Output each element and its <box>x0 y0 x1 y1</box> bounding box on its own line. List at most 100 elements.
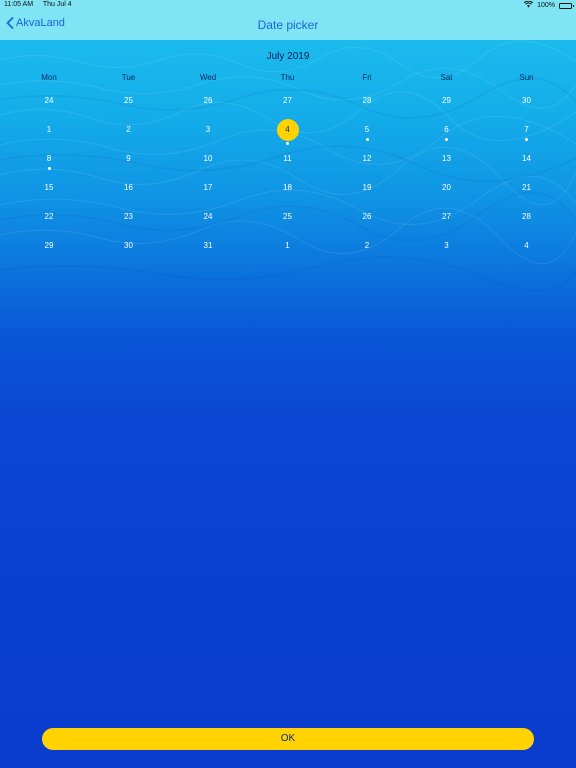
day-cell[interactable]: 24 <box>188 212 228 234</box>
day-cell[interactable]: 30 <box>109 241 149 263</box>
day-number: 30 <box>522 96 531 105</box>
day-cell[interactable]: 22 <box>29 212 69 234</box>
day-cell[interactable]: 26 <box>347 212 387 234</box>
month-title: July 2019 <box>266 51 310 62</box>
day-number: 28 <box>522 212 531 221</box>
day-number: 27 <box>283 96 292 105</box>
day-cell[interactable]: 16 <box>109 183 149 205</box>
event-dot-icon <box>365 138 369 141</box>
day-cell[interactable]: 30 <box>507 96 547 118</box>
day-number: 31 <box>203 241 213 250</box>
status-date: Thu Jul 4 <box>42 1 72 8</box>
day-number: 17 <box>203 183 213 192</box>
day-number: 29 <box>442 96 451 105</box>
weekday-tue: Tue <box>121 73 136 82</box>
day-number: 27 <box>442 212 451 221</box>
weekday-wed: Wed <box>199 73 217 82</box>
day-cell[interactable]: 2 <box>109 125 149 147</box>
day-cell[interactable]: 24 <box>29 96 69 118</box>
day-cell[interactable]: 7 <box>507 125 547 147</box>
day-number: 24 <box>203 212 213 221</box>
day-cell[interactable]: 13 <box>427 154 467 176</box>
day-cell[interactable]: 29 <box>427 96 467 118</box>
day-cell[interactable]: 31 <box>188 241 228 263</box>
day-cell[interactable]: 17 <box>188 183 228 205</box>
day-cell[interactable]: 26 <box>188 96 228 118</box>
day-number: 2 <box>126 125 131 134</box>
day-number: 29 <box>44 241 54 250</box>
day-cell[interactable]: 14 <box>507 154 547 176</box>
day-number: 6 <box>444 125 449 134</box>
day-number: 3 <box>205 125 211 134</box>
weekday-thu: Thu <box>280 73 295 82</box>
day-cell[interactable]: 25 <box>268 212 308 234</box>
weekday-sun: Sun <box>519 73 534 82</box>
day-cell[interactable]: 27 <box>268 96 308 118</box>
status-bar: 11:05 AM Thu Jul 4 100% <box>0 0 576 11</box>
day-number: 23 <box>124 212 133 221</box>
day-cell[interactable]: 12 <box>347 154 387 176</box>
day-cell[interactable]: 1 <box>268 241 308 263</box>
battery-icon <box>559 2 574 9</box>
day-cell[interactable]: 3 <box>427 241 467 263</box>
day-cell[interactable]: 10 <box>188 154 228 176</box>
day-cell[interactable]: 18 <box>268 183 308 205</box>
day-number: 7 <box>524 125 529 134</box>
day-cell[interactable]: 2 <box>347 241 387 263</box>
day-cell[interactable]: 27 <box>427 212 467 234</box>
day-number: 2 <box>364 241 370 250</box>
day-number: 14 <box>522 154 531 163</box>
day-cell[interactable]: 29 <box>29 241 69 263</box>
event-dot-icon <box>525 138 528 141</box>
day-cell[interactable]: 8 <box>29 154 69 176</box>
day-number: 24 <box>44 96 54 105</box>
day-number: 10 <box>203 154 213 163</box>
day-number: 16 <box>124 183 133 192</box>
day-cell[interactable]: 15 <box>29 183 69 205</box>
day-number: 25 <box>283 212 292 221</box>
day-cell[interactable]: 28 <box>347 96 387 118</box>
day-number: 18 <box>283 183 292 192</box>
day-number: 21 <box>522 183 531 192</box>
day-cell[interactable]: 6 <box>427 125 467 147</box>
day-cell-selected[interactable]: 4 <box>268 119 308 147</box>
day-cell[interactable]: 11 <box>268 154 308 176</box>
day-cell[interactable]: 23 <box>109 212 149 234</box>
day-cell[interactable]: 3 <box>188 125 228 147</box>
day-number: 26 <box>203 96 213 105</box>
day-number: 8 <box>46 154 52 163</box>
event-dot-icon <box>286 142 289 145</box>
day-number: 25 <box>124 96 133 105</box>
wifi-icon <box>524 0 534 10</box>
day-number: 3 <box>444 241 449 250</box>
day-number: 26 <box>362 212 372 221</box>
event-dot-icon <box>47 167 51 170</box>
status-time: 11:05 AM <box>4 1 34 8</box>
day-number: 28 <box>362 96 372 105</box>
ok-button[interactable]: OK <box>42 728 534 750</box>
day-cell[interactable]: 5 <box>347 125 387 147</box>
day-cell[interactable]: 25 <box>109 96 149 118</box>
day-number: 12 <box>362 154 372 163</box>
page-title: Date picker <box>257 18 319 32</box>
event-dot-icon <box>445 138 448 141</box>
day-number: 20 <box>442 183 451 192</box>
day-number: 11 <box>283 154 292 163</box>
day-cell[interactable]: 1 <box>29 125 69 147</box>
day-cell[interactable]: 28 <box>507 212 547 234</box>
day-cell[interactable]: 20 <box>427 183 467 205</box>
day-number: 15 <box>44 183 54 192</box>
day-number: 9 <box>126 154 131 163</box>
day-cell[interactable]: 21 <box>507 183 547 205</box>
day-number: 13 <box>442 154 451 163</box>
day-number: 1 <box>46 125 52 134</box>
day-number: 5 <box>364 125 370 134</box>
weekday-sat: Sat <box>440 73 453 82</box>
day-cell[interactable]: 4 <box>507 241 547 263</box>
weekday-fri: Fri <box>362 73 372 82</box>
day-number: 19 <box>362 183 372 192</box>
day-number: 1 <box>285 241 290 250</box>
day-number: 22 <box>44 212 54 221</box>
day-cell[interactable]: 9 <box>109 154 149 176</box>
day-cell[interactable]: 19 <box>347 183 387 205</box>
